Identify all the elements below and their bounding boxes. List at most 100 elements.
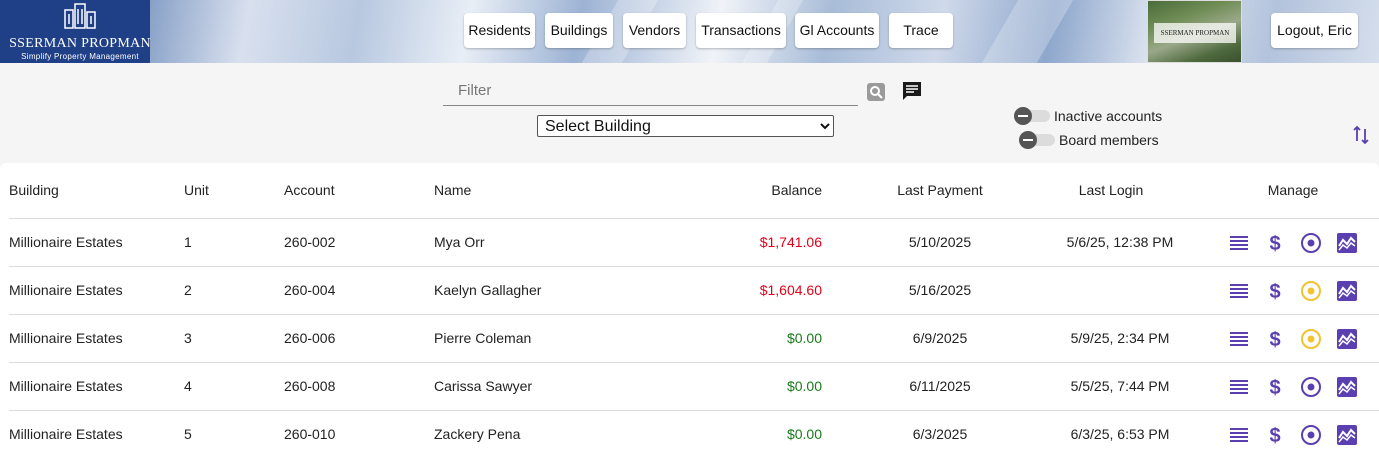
cell-balance: $1,741.06 xyxy=(759,234,822,250)
app-header: SSERMAN PROPMAN Simplify Property Manage… xyxy=(0,0,1379,63)
property-photo: SSERMAN PROPMAN xyxy=(1147,0,1242,63)
nav-gl-accounts-button[interactable]: Gl Accounts xyxy=(795,13,879,48)
cell-balance: $0.00 xyxy=(786,426,822,442)
dollar-icon[interactable]: $ xyxy=(1264,232,1286,254)
residents-table: Building Unit Account Name Balance Last … xyxy=(0,163,1379,468)
status-icon[interactable] xyxy=(1300,328,1322,350)
status-icon[interactable] xyxy=(1300,280,1322,302)
cell-last-payment: 6/11/2025 xyxy=(909,378,971,394)
search-icon[interactable] xyxy=(866,82,886,102)
cell-account: 260-008 xyxy=(284,378,336,394)
dollar-icon[interactable]: $ xyxy=(1264,328,1286,350)
ledger-icon[interactable] xyxy=(1228,280,1250,302)
brand-logo[interactable]: SSERMAN PROPMAN Simplify Property Manage… xyxy=(0,0,151,63)
header-account[interactable]: Account xyxy=(284,182,335,198)
cell-unit: 1 xyxy=(184,234,192,250)
cell-last-payment: 6/3/2025 xyxy=(912,426,968,442)
cell-account: 260-006 xyxy=(284,330,336,346)
ledger-icon[interactable] xyxy=(1228,328,1250,350)
svg-text:$: $ xyxy=(1269,329,1280,350)
status-icon[interactable] xyxy=(1300,376,1322,398)
cell-balance: $0.00 xyxy=(786,378,822,394)
dollar-icon[interactable]: $ xyxy=(1264,376,1286,398)
ledger-icon[interactable] xyxy=(1228,232,1250,254)
nav-buildings-button[interactable]: Buildings xyxy=(545,13,613,48)
nav-residents-button[interactable]: Residents xyxy=(464,13,535,48)
header-decoration xyxy=(981,0,1074,63)
header-name[interactable]: Name xyxy=(434,182,471,198)
dollar-icon[interactable]: $ xyxy=(1264,280,1286,302)
chart-icon[interactable] xyxy=(1336,232,1358,254)
filter-toolbar: Select Building Inactive accounts Board … xyxy=(0,63,1379,163)
cell-building: Millionaire Estates xyxy=(9,330,123,346)
svg-text:$: $ xyxy=(1269,425,1280,446)
cell-unit: 5 xyxy=(184,426,192,442)
cell-name: Mya Orr xyxy=(434,234,485,250)
cell-unit: 3 xyxy=(184,330,192,346)
table-row[interactable]: Millionaire Estates 4 260-008 Carissa Sawye… xyxy=(9,362,1379,410)
board-members-toggle[interactable] xyxy=(1019,131,1057,149)
nav-transactions-button[interactable]: Transactions xyxy=(696,13,786,48)
cell-account: 260-004 xyxy=(284,282,336,298)
header-last-payment[interactable]: Last Payment xyxy=(880,182,1000,198)
table-row[interactable]: Millionaire Estates 2 260-004 Kaelyn Gallag… xyxy=(9,266,1379,314)
cell-name: Zackery Pena xyxy=(434,426,521,442)
chart-icon[interactable] xyxy=(1336,376,1358,398)
cell-last-payment: 6/9/2025 xyxy=(912,330,968,346)
cell-unit: 2 xyxy=(184,282,192,298)
svg-text:$: $ xyxy=(1269,281,1280,302)
cell-building: Millionaire Estates xyxy=(9,426,123,442)
buildings-logo-icon xyxy=(64,3,96,29)
header-manage: Manage xyxy=(1267,182,1319,198)
photo-brand-label: SSERMAN PROPMAN xyxy=(1154,23,1236,43)
header-unit[interactable]: Unit xyxy=(184,182,209,198)
table-row[interactable]: Millionaire Estates 1 260-002 Mya Orr $1,741… xyxy=(9,218,1379,266)
cell-last-login: 6/3/25, 6:53 PM xyxy=(1070,426,1170,442)
sort-icon[interactable] xyxy=(1353,125,1369,145)
header-last-login[interactable]: Last Login xyxy=(1050,182,1172,198)
cell-account: 260-002 xyxy=(284,234,336,250)
chart-icon[interactable] xyxy=(1336,280,1358,302)
chart-icon[interactable] xyxy=(1336,424,1358,446)
svg-text:$: $ xyxy=(1269,233,1280,254)
toggle-knob xyxy=(1019,131,1037,149)
svg-text:$: $ xyxy=(1269,377,1280,398)
brand-name: SSERMAN PROPMAN xyxy=(9,36,151,51)
board-members-label: Board members xyxy=(1059,132,1159,148)
header-balance[interactable]: Balance xyxy=(722,182,822,198)
header-building[interactable]: Building xyxy=(9,182,59,198)
nav-trace-button[interactable]: Trace xyxy=(889,13,953,48)
status-icon[interactable] xyxy=(1300,232,1322,254)
logout-button[interactable]: Logout, Eric xyxy=(1271,13,1358,48)
cell-account: 260-010 xyxy=(284,426,336,442)
cell-last-login: 5/5/25, 7:44 PM xyxy=(1070,378,1170,394)
cell-last-login: 5/9/25, 2:34 PM xyxy=(1070,330,1170,346)
cell-unit: 4 xyxy=(184,378,192,394)
chart-icon[interactable] xyxy=(1336,328,1358,350)
cell-last-payment: 5/16/2025 xyxy=(908,282,972,298)
cell-balance: $0.00 xyxy=(786,330,822,346)
cell-building: Millionaire Estates xyxy=(9,378,123,394)
cell-last-payment: 5/10/2025 xyxy=(908,234,972,250)
ledger-icon[interactable] xyxy=(1228,376,1250,398)
cell-balance: $1,604.60 xyxy=(759,282,822,298)
filter-input[interactable] xyxy=(443,76,858,106)
building-select[interactable]: Select Building xyxy=(537,115,834,137)
ledger-icon[interactable] xyxy=(1228,424,1250,446)
dollar-icon[interactable]: $ xyxy=(1264,424,1286,446)
inactive-accounts-toggle[interactable] xyxy=(1014,107,1052,125)
table-row[interactable]: Millionaire Estates 3 260-006 Pierre Colema… xyxy=(9,314,1379,362)
table-row[interactable]: Millionaire Estates 5 260-010 Zackery Pena $… xyxy=(9,410,1379,458)
cell-last-login: 5/6/25, 12:38 PM xyxy=(1066,234,1174,250)
brand-tagline: Simplify Property Management xyxy=(21,52,139,61)
cell-name: Pierre Coleman xyxy=(434,330,532,346)
cell-building: Millionaire Estates xyxy=(9,282,123,298)
status-icon[interactable] xyxy=(1300,424,1322,446)
cell-name: Kaelyn Gallagher xyxy=(434,282,542,298)
cell-name: Carissa Sawyer xyxy=(434,378,533,394)
chat-icon[interactable] xyxy=(901,80,923,102)
toggle-knob xyxy=(1014,107,1032,125)
cell-building: Millionaire Estates xyxy=(9,234,123,250)
nav-vendors-button[interactable]: Vendors xyxy=(623,13,686,48)
inactive-accounts-label: Inactive accounts xyxy=(1054,108,1163,124)
